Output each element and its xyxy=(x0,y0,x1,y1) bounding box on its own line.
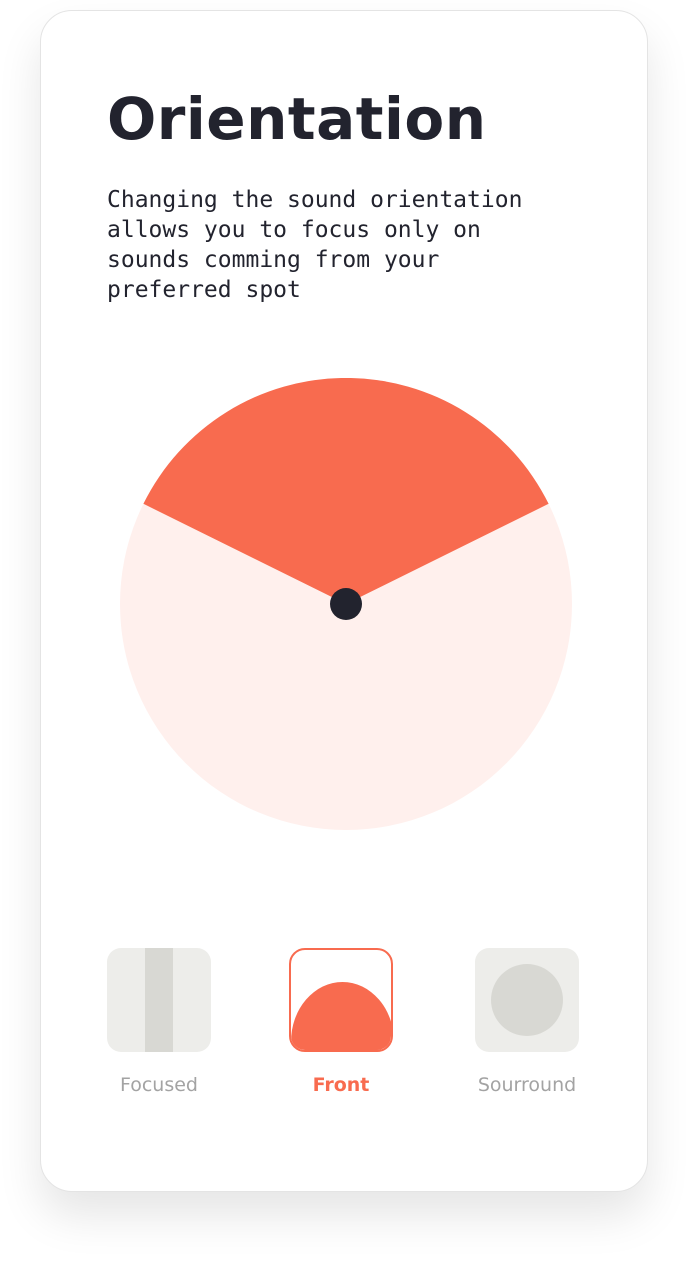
description-text: Changing the sound orientation allows yo… xyxy=(107,187,523,303)
surround-mode-tile[interactable] xyxy=(475,948,579,1052)
dial-center-dot xyxy=(330,588,362,620)
front-mode-tile[interactable] xyxy=(289,948,393,1052)
mode-surround[interactable]: Sourround xyxy=(475,948,579,1096)
mode-front[interactable]: Front xyxy=(289,948,393,1096)
mode-front-label: Front xyxy=(312,1074,370,1096)
front-half-circle-icon xyxy=(291,982,391,1050)
mode-focused[interactable]: Focused xyxy=(107,948,211,1096)
orientation-dial[interactable] xyxy=(120,378,572,830)
surround-circle-icon xyxy=(491,964,563,1036)
page-title: Orientation xyxy=(107,85,487,153)
mode-surround-label: Sourround xyxy=(477,1074,577,1096)
mode-focused-label: Focused xyxy=(119,1074,198,1096)
focused-mode-tile[interactable] xyxy=(107,948,211,1052)
focused-bar-icon xyxy=(145,948,173,1052)
orientation-card: Orientation Changing the sound orientati… xyxy=(40,10,648,1192)
mode-selector: Focused Front Sourround xyxy=(41,948,649,1108)
